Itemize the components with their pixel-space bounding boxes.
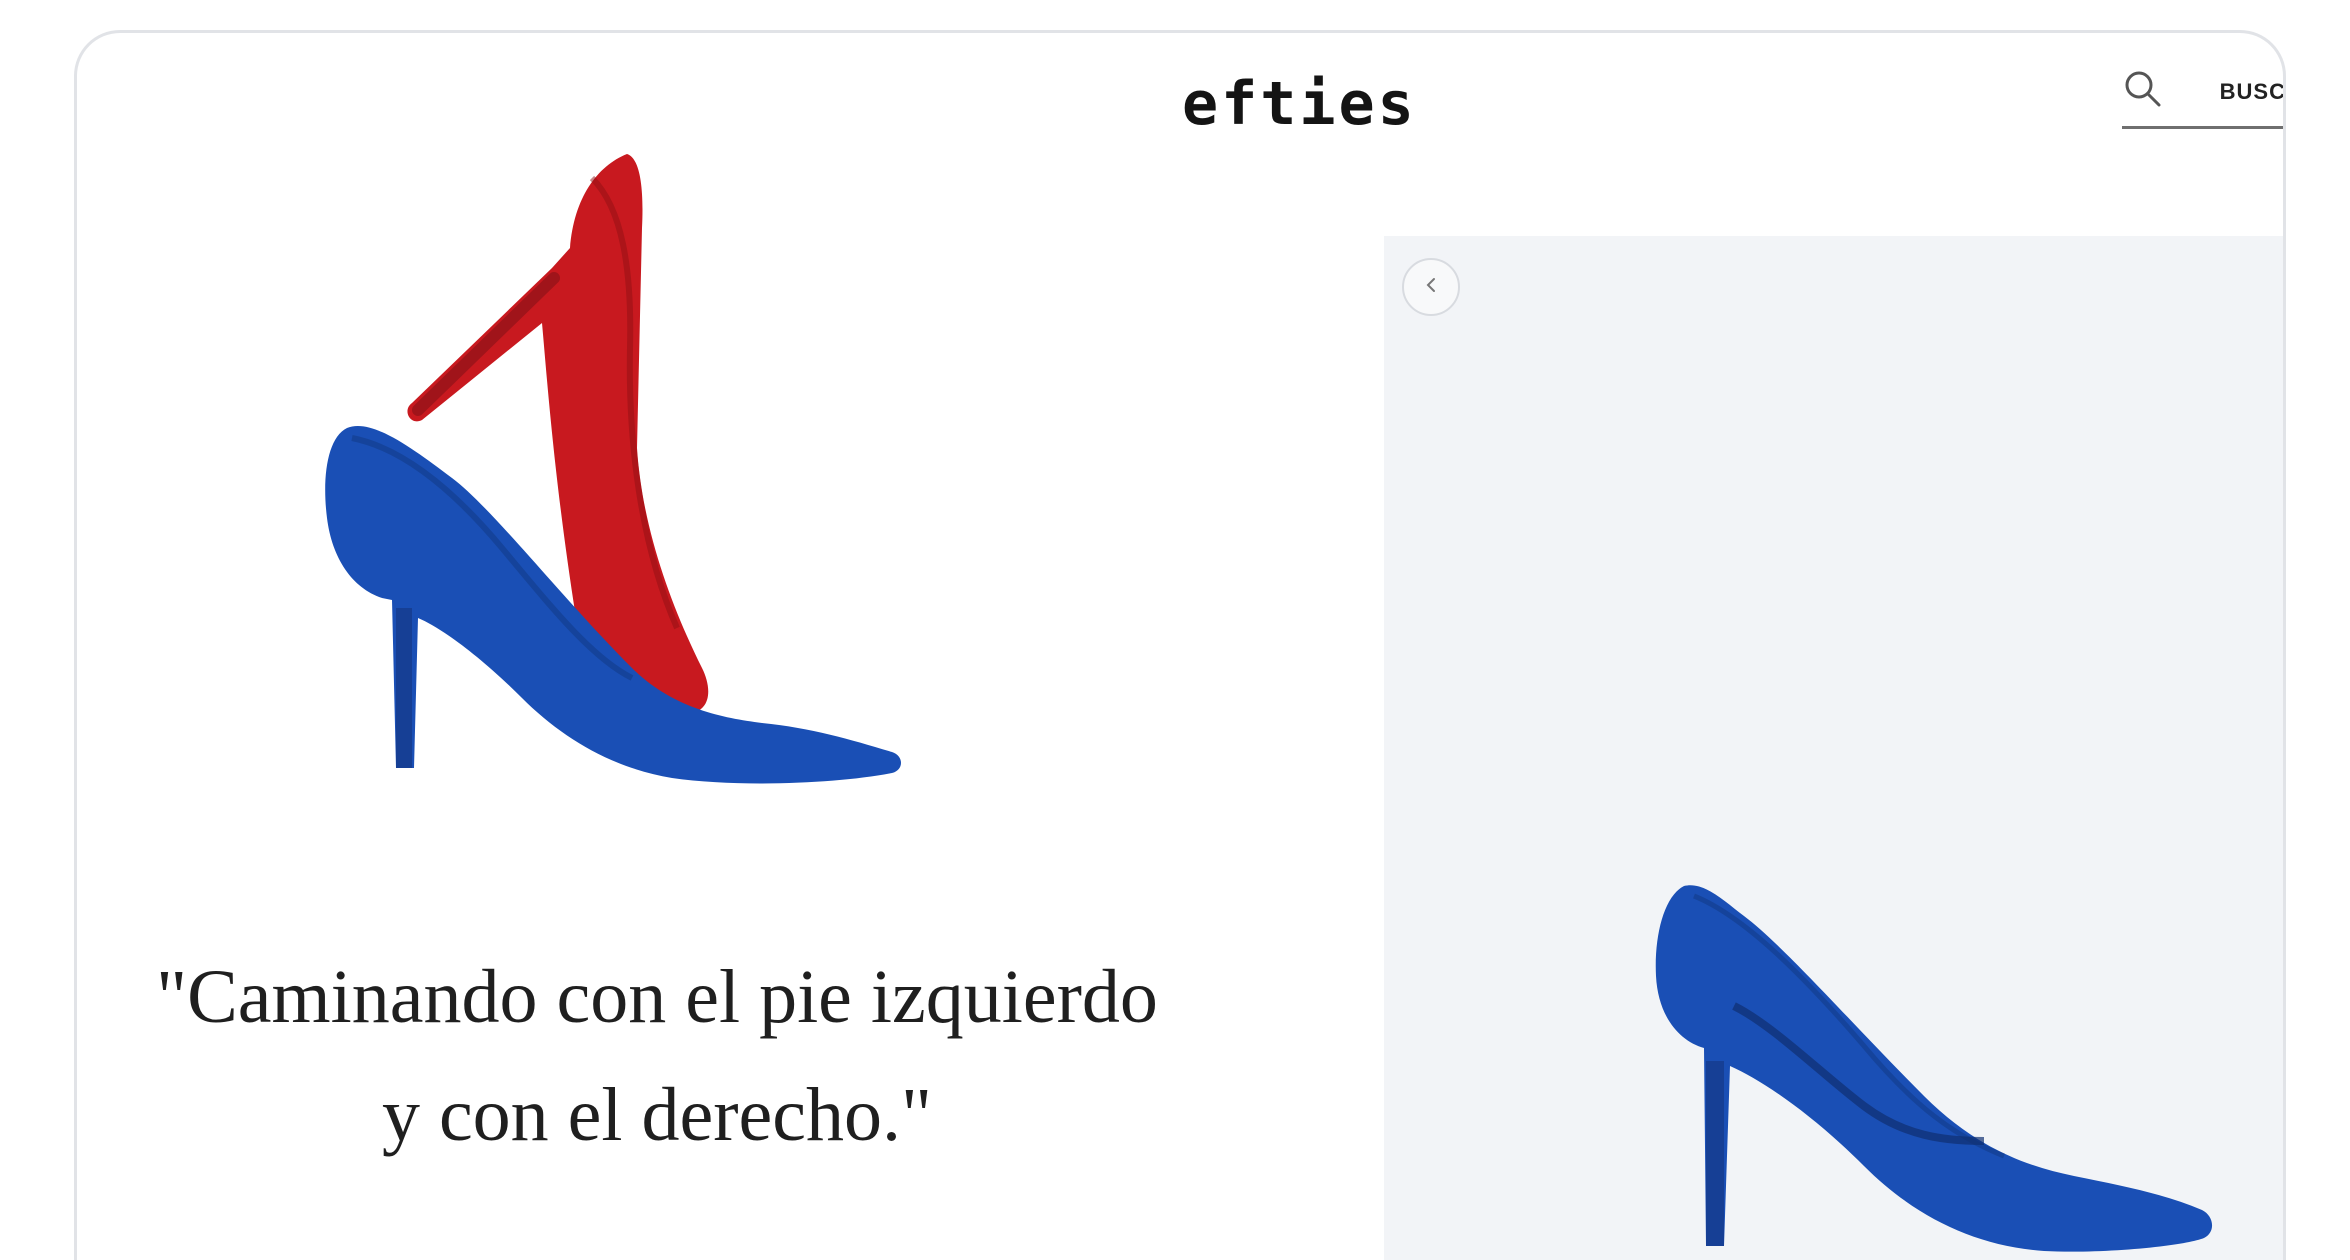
promo-shoes-image — [325, 154, 901, 784]
browser-page: efties BUSC "Caminando con el pie izquie… — [74, 30, 2286, 1260]
quote-line-2: y con el derecho." — [381, 1073, 933, 1157]
search-field[interactable]: BUSC — [2122, 57, 2283, 129]
brand-logo[interactable]: efties — [1182, 69, 1417, 139]
search-icon[interactable] — [2122, 68, 2164, 115]
chevron-left-icon[interactable] — [1421, 275, 1441, 300]
product-shoe-image[interactable] — [1624, 876, 2224, 1260]
gallery-prev-button[interactable] — [1402, 258, 1460, 316]
product-gallery — [1384, 236, 2283, 1260]
search-label[interactable]: BUSC — [2214, 79, 2283, 105]
quote-line-1: "Caminando con el pie izquierdo — [156, 955, 1158, 1039]
promo-quote: "Caminando con el pie izquierdo y con el… — [77, 938, 1237, 1174]
